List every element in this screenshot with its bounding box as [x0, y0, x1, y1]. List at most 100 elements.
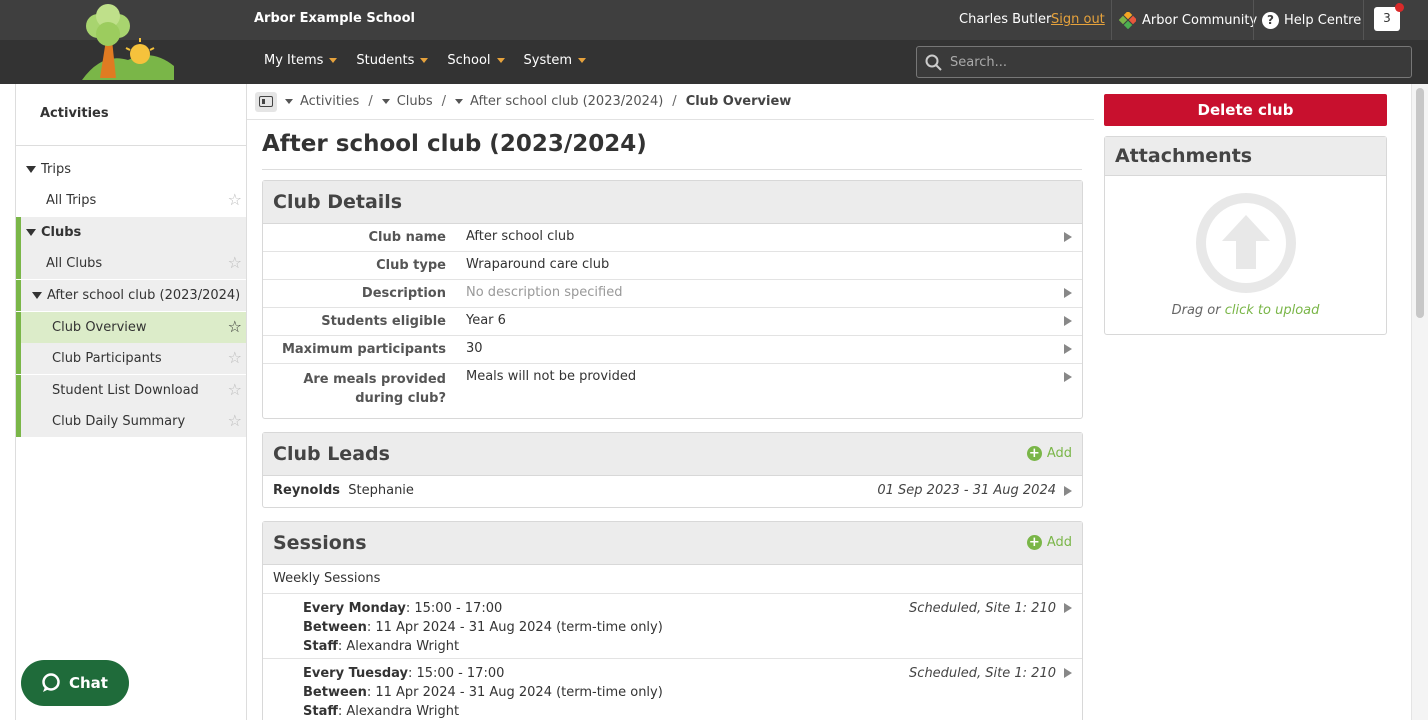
delete-club-button[interactable]: Delete club: [1104, 94, 1387, 126]
panel-heading: Club Details: [273, 191, 403, 213]
star-icon[interactable]: ☆: [228, 382, 242, 398]
row-arrow-icon[interactable]: [1064, 372, 1072, 382]
nav-school[interactable]: School: [447, 53, 505, 68]
session-row[interactable]: Every Monday: 15:00 - 17:00 Between: 11 …: [263, 593, 1082, 658]
add-club-lead-button[interactable]: + Add: [1026, 446, 1072, 461]
sidebar-item-after-school-club[interactable]: After school club (2023/2024): [16, 280, 246, 311]
search-box[interactable]: [916, 46, 1412, 78]
header-divider: [1253, 0, 1254, 40]
sidebar-item-club-daily-summary[interactable]: Club Daily Summary ☆: [16, 406, 246, 437]
active-group-indicator: [16, 406, 21, 437]
sidebar-toggle-button[interactable]: [255, 91, 277, 112]
upload-dropzone[interactable]: [1196, 193, 1296, 293]
breadcrumb-separator: /: [672, 94, 677, 109]
star-icon[interactable]: ☆: [228, 319, 242, 335]
school-name[interactable]: Arbor Example School: [254, 11, 415, 26]
detail-row-club-type: Club type Wraparound care club: [263, 252, 1082, 280]
session-time: : 15:00 - 17:00: [407, 666, 505, 681]
add-session-button[interactable]: + Add: [1026, 535, 1072, 550]
panel-heading: Club Leads: [273, 443, 390, 465]
star-icon[interactable]: ☆: [228, 413, 242, 429]
detail-label: Club name: [368, 230, 446, 245]
breadcrumb: Activities / Clubs / After school club (…: [247, 84, 1094, 120]
search-icon: [925, 54, 942, 71]
session-staff-line: Staff: Alexandra Wright: [303, 702, 1082, 720]
sidebar-item-label: Club Overview: [52, 320, 147, 335]
sessions-subheading-row: Weekly Sessions: [263, 565, 1082, 593]
detail-row-meals[interactable]: Are meals provided during club? Meals wi…: [263, 364, 1082, 418]
sidebar-item-all-trips[interactable]: All Trips ☆: [16, 185, 246, 216]
row-arrow-icon[interactable]: [1064, 232, 1072, 242]
sidebar-item-club-participants[interactable]: Club Participants ☆: [16, 343, 246, 374]
lead-forename: Stephanie: [348, 483, 414, 498]
session-row[interactable]: Every Tuesday: 15:00 - 17:00 Between: 11…: [263, 658, 1082, 720]
click-to-upload-link[interactable]: click to upload: [1225, 303, 1320, 318]
detail-row-students-eligible[interactable]: Students eligible Year 6: [263, 308, 1082, 336]
row-arrow-icon[interactable]: [1064, 486, 1072, 496]
sidebar-item-club-overview[interactable]: Club Overview ☆: [16, 312, 246, 343]
sidebar-item-all-clubs[interactable]: All Clubs ☆: [16, 248, 246, 279]
row-arrow-icon[interactable]: [1064, 288, 1072, 298]
search-input[interactable]: [950, 54, 1390, 70]
session-meta: Scheduled, Site 1: 210: [909, 601, 1056, 616]
detail-row-club-name[interactable]: Club name After school club: [263, 224, 1082, 252]
detail-row-description[interactable]: Description No description specified: [263, 280, 1082, 308]
detail-row-max-participants[interactable]: Maximum participants 30: [263, 336, 1082, 364]
plus-circle-icon: +: [1026, 535, 1042, 550]
session-between: : 11 Apr 2024 - 31 Aug 2024 (term-time o…: [366, 685, 663, 700]
sidebar-item-clubs[interactable]: Clubs: [16, 217, 246, 248]
active-group-indicator: [16, 312, 21, 343]
chat-button[interactable]: Chat: [21, 660, 129, 706]
sidebar-item-label: After school club (2023/2024): [47, 288, 241, 303]
chevron-down-icon: [329, 58, 338, 63]
arbor-community-link[interactable]: Arbor Community: [1119, 12, 1257, 29]
star-icon[interactable]: ☆: [228, 350, 242, 366]
nav-students[interactable]: Students: [356, 53, 429, 68]
scrollbar-thumb[interactable]: [1416, 88, 1424, 318]
session-staff: : Alexandra Wright: [337, 704, 460, 719]
session-staff-line: Staff: Alexandra Wright: [303, 637, 1082, 656]
active-group-indicator: [16, 375, 21, 406]
breadcrumb-label: After school club (2023/2024): [470, 94, 664, 109]
session-staff-label: Staff: [303, 704, 338, 719]
lead-surname: Reynolds: [273, 483, 340, 498]
sidebar-item-label: Trips: [41, 162, 72, 177]
page-scrollbar[interactable]: [1411, 84, 1428, 720]
nav-my-items[interactable]: My Items: [264, 53, 338, 68]
sidebar-item-trips[interactable]: Trips: [16, 154, 246, 185]
nav-label: School: [447, 53, 491, 68]
arbor-logo[interactable]: [82, 4, 174, 80]
sign-out-link[interactable]: Sign out: [1051, 12, 1105, 27]
star-icon[interactable]: ☆: [228, 255, 242, 271]
detail-label: Description: [361, 286, 446, 301]
main-content: Activities / Clubs / After school club (…: [247, 84, 1094, 720]
row-arrow-icon[interactable]: [1064, 344, 1072, 354]
help-label: Help Centre: [1284, 13, 1362, 28]
sidebar: Activities Trips All Trips ☆ Clubs All C…: [15, 84, 247, 720]
star-icon[interactable]: ☆: [228, 192, 242, 208]
breadcrumb-activities[interactable]: Activities: [285, 94, 359, 109]
sidebar-item-student-list-download[interactable]: Student List Download ☆: [16, 375, 246, 406]
session-between: : 11 Apr 2024 - 31 Aug 2024 (term-time o…: [366, 620, 663, 635]
triangle-down-icon: [32, 292, 42, 299]
row-arrow-icon[interactable]: [1064, 668, 1072, 678]
row-arrow-icon[interactable]: [1064, 316, 1072, 326]
sidebar-divider: [16, 145, 246, 146]
row-arrow-icon[interactable]: [1064, 603, 1072, 613]
nav-system[interactable]: System: [524, 53, 587, 68]
title-divider: [262, 169, 1082, 170]
user-name[interactable]: Charles Butler: [959, 12, 1051, 27]
chevron-down-icon: [420, 58, 429, 63]
drag-text: Drag or: [1171, 303, 1221, 318]
upload-arrow-icon: [1206, 203, 1286, 283]
breadcrumb-after-school-club[interactable]: After school club (2023/2024): [455, 94, 663, 109]
chevron-down-icon: [496, 58, 505, 63]
breadcrumb-clubs[interactable]: Clubs: [381, 94, 433, 109]
triangle-down-icon: [26, 229, 36, 236]
header-divider: [1363, 0, 1364, 40]
page-title: After school club (2023/2024): [262, 131, 647, 157]
detail-value: Wraparound care club: [466, 257, 610, 272]
notifications-button[interactable]: 3: [1374, 3, 1404, 31]
help-centre-link[interactable]: ? Help Centre: [1262, 12, 1361, 29]
club-lead-row[interactable]: Reynolds Stephanie 01 Sep 2023 - 31 Aug …: [263, 476, 1082, 507]
